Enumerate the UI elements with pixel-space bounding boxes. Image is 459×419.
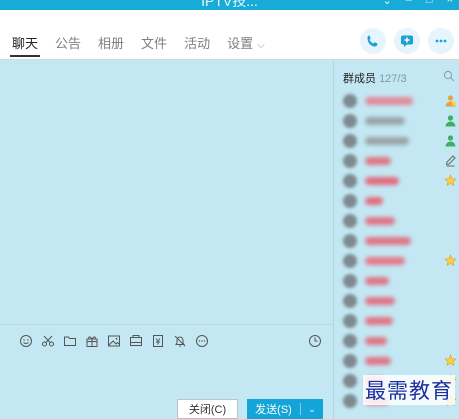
search-icon[interactable] xyxy=(443,69,455,87)
send-button[interactable]: 发送(S) ⌄ xyxy=(247,399,323,419)
history-clock-icon[interactable] xyxy=(307,333,323,349)
tab-chat[interactable]: 聊天 xyxy=(9,33,41,57)
tab-files[interactable]: 文件 xyxy=(141,33,167,52)
member-row[interactable] xyxy=(343,211,455,231)
avatar xyxy=(343,114,357,128)
emoji-icon[interactable] xyxy=(18,333,34,349)
member-row[interactable] xyxy=(343,291,455,311)
member-name-obscured xyxy=(365,197,383,205)
member-row[interactable] xyxy=(343,151,457,171)
new-message-button[interactable] xyxy=(394,28,420,54)
image-icon[interactable] xyxy=(106,333,122,349)
window-controls: ⌄ – □ × xyxy=(383,0,453,7)
member-row[interactable] xyxy=(343,231,455,251)
gift-icon[interactable] xyxy=(84,333,100,349)
member-title: 群成员 xyxy=(343,73,376,85)
member-count: 127/3 xyxy=(379,73,407,85)
owner-badge-icon xyxy=(444,94,457,107)
member-row[interactable] xyxy=(343,171,457,191)
edit-badge-icon xyxy=(444,154,457,167)
input-toolbar xyxy=(0,324,333,356)
member-name-obscured xyxy=(365,277,389,285)
more-button[interactable] xyxy=(428,28,454,54)
receipt-icon[interactable] xyxy=(150,333,166,349)
folder-icon[interactable] xyxy=(62,333,78,349)
minimize-icon[interactable]: – xyxy=(406,0,412,7)
star-badge-icon xyxy=(444,174,457,187)
maximize-icon[interactable]: □ xyxy=(426,0,433,7)
member-panel: 群成员 127/3 xyxy=(333,61,459,419)
member-row[interactable] xyxy=(343,271,455,291)
scissors-icon[interactable] xyxy=(40,333,56,349)
chevron-down-icon: ⌵ xyxy=(257,40,265,51)
avatar xyxy=(343,174,357,188)
member-name-obscured xyxy=(365,117,405,125)
send-button-label: 发送(S) xyxy=(255,404,292,416)
avatar xyxy=(343,134,357,148)
avatar xyxy=(343,314,357,328)
close-button[interactable]: 关闭(C) xyxy=(177,399,238,419)
chevron-down-icon[interactable]: ⌄ xyxy=(301,404,323,415)
member-name-obscured xyxy=(365,97,413,105)
member-name-obscured xyxy=(365,357,391,365)
admin-badge-icon xyxy=(444,134,457,147)
avatar xyxy=(343,154,357,168)
tab-announcement[interactable]: 公告 xyxy=(55,33,81,52)
avatar xyxy=(343,254,357,268)
avatar xyxy=(343,194,357,208)
member-row[interactable] xyxy=(343,331,455,351)
bell-mute-icon[interactable] xyxy=(172,333,188,349)
avatar xyxy=(343,274,357,288)
tab-album[interactable]: 相册 xyxy=(98,33,124,52)
member-name-obscured xyxy=(365,217,395,225)
star-badge-icon xyxy=(444,354,457,367)
close-icon[interactable]: × xyxy=(447,0,453,7)
message-input[interactable]: 关闭(C) 发送(S) ⌄ xyxy=(0,356,333,419)
member-count-header: 群成员 127/3 xyxy=(343,70,407,86)
tab-activity[interactable]: 活动 xyxy=(184,33,210,52)
avatar xyxy=(343,94,357,108)
message-area[interactable] xyxy=(0,61,333,324)
chat-plus-icon xyxy=(401,35,413,47)
collapse-icon[interactable]: ⌄ xyxy=(383,0,392,7)
member-name-obscured xyxy=(365,317,393,325)
member-row[interactable] xyxy=(343,251,457,271)
admin-badge-icon xyxy=(444,114,457,127)
member-row[interactable] xyxy=(343,91,457,111)
call-button[interactable] xyxy=(360,28,386,54)
screenshot-icon[interactable] xyxy=(128,333,144,349)
member-name-obscured xyxy=(365,237,411,245)
avatar xyxy=(343,354,357,368)
member-row[interactable] xyxy=(343,311,455,331)
member-name-obscured xyxy=(365,157,391,165)
member-list xyxy=(343,91,457,411)
avatar xyxy=(343,394,357,408)
member-row[interactable] xyxy=(343,191,455,211)
member-row[interactable] xyxy=(343,351,457,371)
avatar xyxy=(343,214,357,228)
tab-settings[interactable]: 设置 ⌵ xyxy=(227,33,265,52)
phone-icon xyxy=(367,35,378,47)
avatar xyxy=(343,334,357,348)
star-badge-icon xyxy=(444,254,457,267)
group-chat-window: IPTV技... ⌄ – □ × 聊天 公告 相册 文件 活动 设置 ⌵ 关闭(… xyxy=(0,0,459,419)
title-bar[interactable]: IPTV技... ⌄ – □ × xyxy=(0,0,459,10)
watermark-text: 最需教育 xyxy=(363,375,455,405)
member-name-obscured xyxy=(365,257,405,265)
member-name-obscured xyxy=(365,297,395,305)
member-row[interactable] xyxy=(343,131,457,151)
more-circle-icon[interactable] xyxy=(194,333,210,349)
more-dots-icon xyxy=(435,39,447,43)
member-name-obscured xyxy=(365,337,387,345)
member-name-obscured xyxy=(365,137,409,145)
member-row[interactable] xyxy=(343,111,457,131)
member-name-obscured xyxy=(365,177,399,185)
tab-settings-label: 设置 xyxy=(227,36,254,51)
avatar xyxy=(343,234,357,248)
avatar xyxy=(343,294,357,308)
tab-bar: 聊天 公告 相册 文件 活动 设置 ⌵ xyxy=(0,10,459,60)
avatar xyxy=(343,374,357,388)
